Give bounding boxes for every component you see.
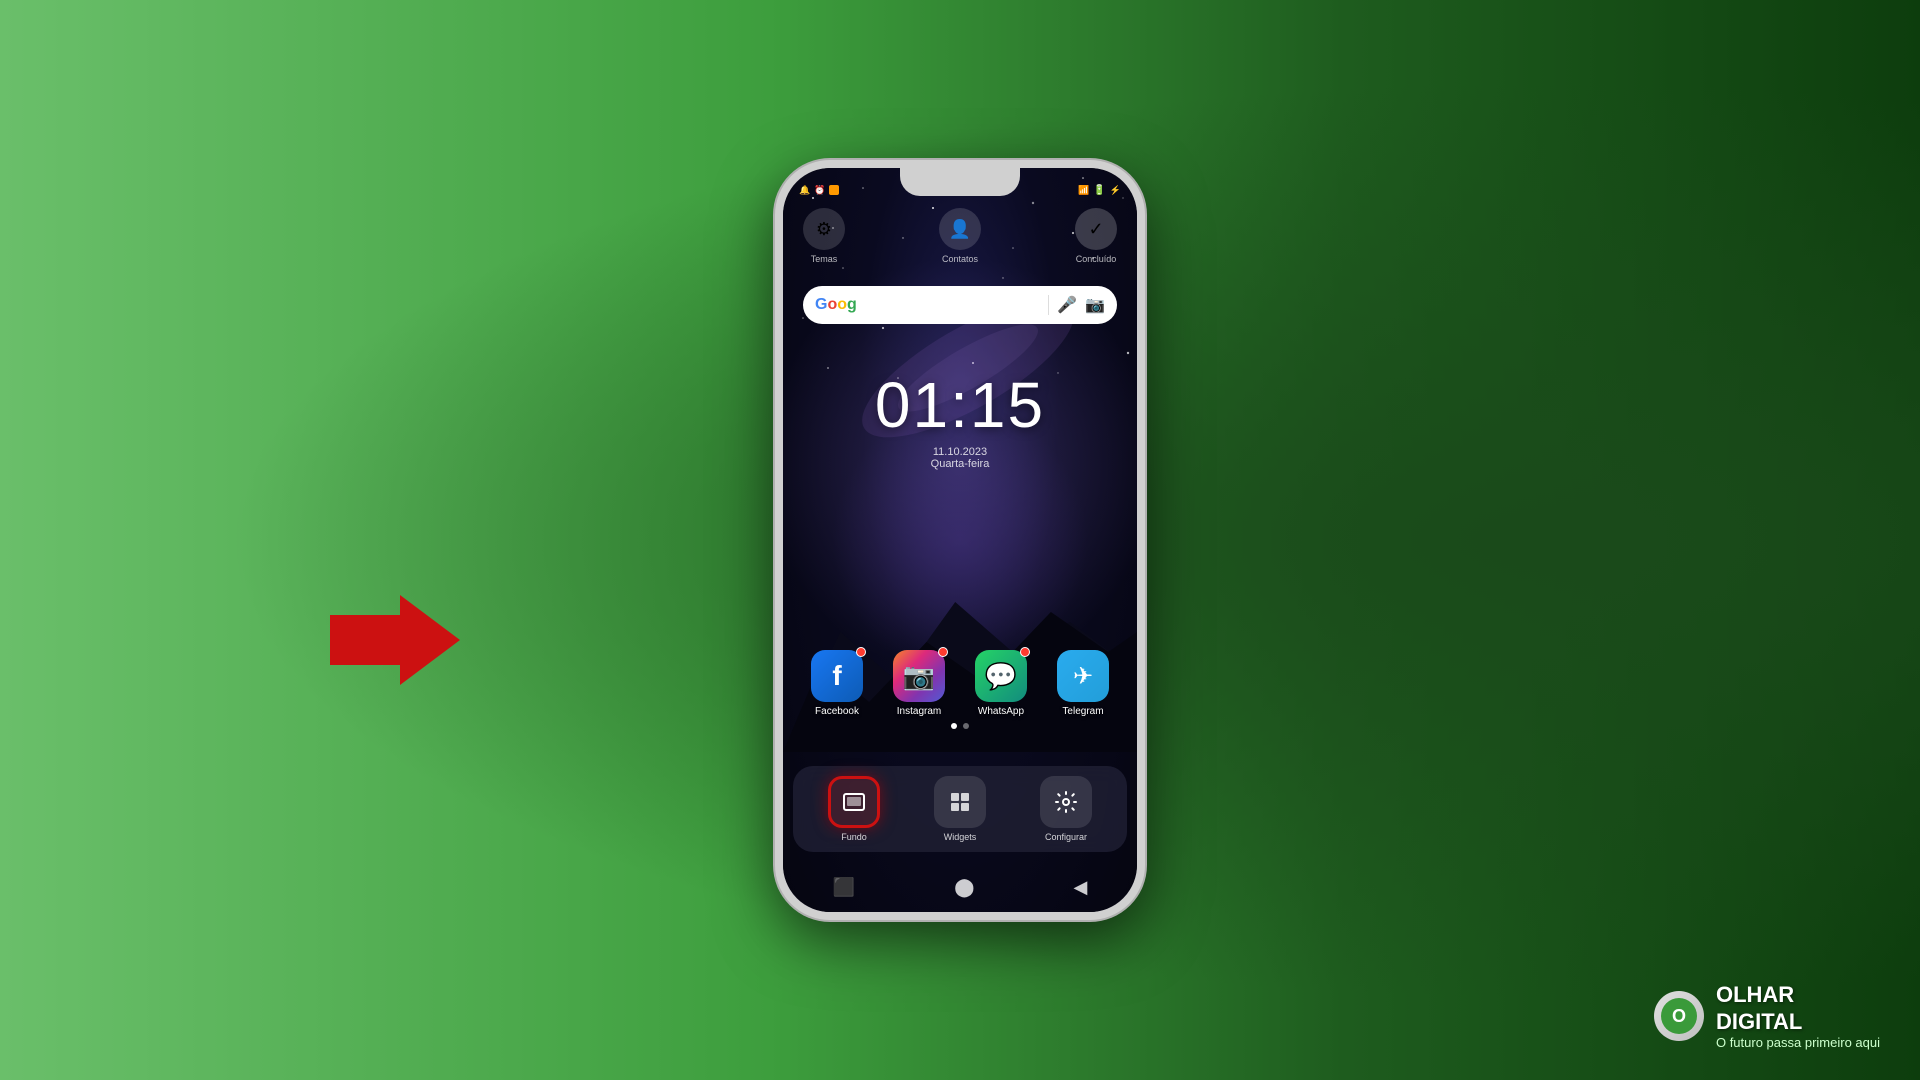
google-logo: Goog (815, 296, 857, 314)
whatsapp-badge (1020, 647, 1030, 657)
svg-text:O: O (1672, 1006, 1686, 1026)
charging-icon: ⚡ (1110, 185, 1121, 196)
watermark-brand: OLHARDIGITAL (1716, 982, 1880, 1035)
themes-icon: ⚙ (803, 208, 845, 250)
phone-frame: 🔔 ⏰ 📶 🔋 ⚡ ⚙ Temas 👤 Contatos ✓ Conc (775, 160, 1145, 920)
watermark: O OLHARDIGITAL O futuro passa primeiro a… (1654, 982, 1880, 1050)
contacts-label: Contatos (942, 254, 978, 264)
widgets-icon (934, 776, 986, 828)
nav-back-button[interactable]: ◀ (1074, 877, 1088, 898)
microphone-icon[interactable]: 🎤 (1057, 295, 1077, 315)
done-label: Concluído (1076, 254, 1117, 264)
facebook-app[interactable]: f Facebook (802, 650, 872, 717)
widgets-label: Widgets (944, 832, 977, 842)
wifi-icon: 📶 (1078, 185, 1089, 196)
search-bar[interactable]: Goog 🎤 📷 (803, 286, 1117, 324)
configurar-button[interactable]: Configurar (1040, 776, 1092, 842)
nav-home-button[interactable]: ⬤ (954, 877, 974, 898)
facebook-label: Facebook (815, 706, 859, 717)
instagram-label: Instagram (897, 706, 941, 717)
whatsapp-icon: 💬 (975, 650, 1027, 702)
dot-2 (963, 723, 969, 729)
contacts-icon: 👤 (939, 208, 981, 250)
fundo-button[interactable]: Fundo (828, 776, 880, 842)
fundo-icon (828, 776, 880, 828)
watermark-text-block: OLHARDIGITAL O futuro passa primeiro aqu… (1716, 982, 1880, 1050)
nav-square-button[interactable]: ⬛ (833, 877, 855, 898)
clock-date: 11.10.2023 (783, 446, 1137, 458)
facebook-icon: f (811, 650, 863, 702)
watermark-logo: O (1654, 991, 1704, 1041)
status-left: 🔔 ⏰ (799, 185, 839, 196)
done-button[interactable]: ✓ Concluído (1075, 208, 1117, 264)
app-grid: f Facebook 📷 Instagram 💬 WhatsApp (783, 650, 1137, 717)
configurar-icon (1040, 776, 1092, 828)
clock-time: 01:15 (783, 368, 1137, 442)
facebook-badge (856, 647, 866, 657)
instagram-app[interactable]: 📷 Instagram (884, 650, 954, 717)
nav-bar: ⬛ ⬤ ◀ (783, 877, 1137, 898)
telegram-icon: ✈ (1057, 650, 1109, 702)
status-dot (829, 185, 839, 195)
battery-icon: 🔋 (1093, 185, 1105, 196)
clock-day: Quarta-feira (783, 458, 1137, 470)
red-arrow (330, 595, 460, 690)
widgets-button[interactable]: Widgets (934, 776, 986, 842)
lens-icon[interactable]: 📷 (1085, 295, 1105, 315)
whatsapp-label: WhatsApp (978, 706, 1024, 717)
contacts-button[interactable]: 👤 Contatos (939, 208, 981, 264)
clock-widget: 01:15 11.10.2023 Quarta-feira (783, 368, 1137, 470)
telegram-label: Telegram (1062, 706, 1103, 717)
search-divider (1048, 295, 1049, 315)
top-icons-row: ⚙ Temas 👤 Contatos ✓ Concluído (783, 208, 1137, 264)
status-right: 📶 🔋 ⚡ (1078, 185, 1121, 196)
notification-icon: 🔔 (799, 185, 810, 196)
telegram-app[interactable]: ✈ Telegram (1048, 650, 1118, 717)
watermark-tagline: O futuro passa primeiro aqui (1716, 1035, 1880, 1050)
instagram-icon: 📷 (893, 650, 945, 702)
phone-screen: 🔔 ⏰ 📶 🔋 ⚡ ⚙ Temas 👤 Contatos ✓ Conc (783, 168, 1137, 912)
instagram-badge (938, 647, 948, 657)
bottom-dock: Fundo Widgets (793, 766, 1127, 852)
configurar-label: Configurar (1045, 832, 1087, 842)
themes-label: Temas (811, 254, 838, 264)
fundo-label: Fundo (841, 832, 867, 842)
themes-button[interactable]: ⚙ Temas (803, 208, 845, 264)
page-dots (783, 723, 1137, 729)
alarm-icon: ⏰ (814, 185, 825, 196)
done-icon: ✓ (1075, 208, 1117, 250)
dot-1 (951, 723, 957, 729)
phone-notch (900, 168, 1020, 196)
whatsapp-app[interactable]: 💬 WhatsApp (966, 650, 1036, 717)
